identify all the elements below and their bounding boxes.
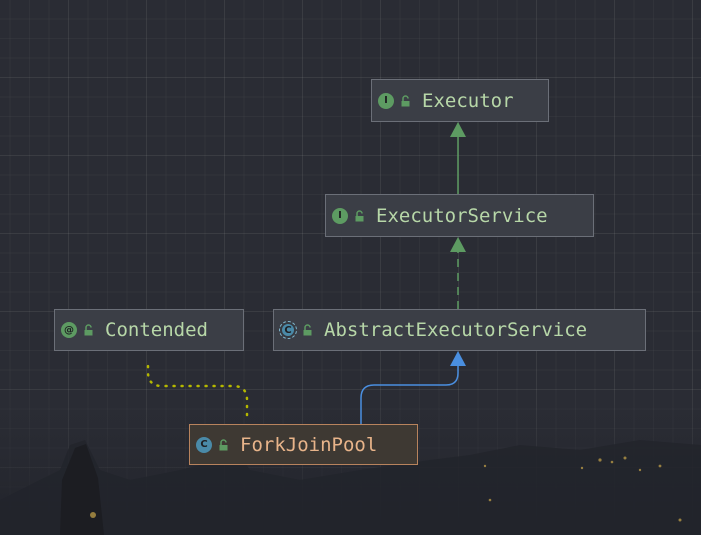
public-icon [355, 209, 364, 221]
node-fork-join-pool[interactable]: C ForkJoinPool [189, 424, 418, 465]
public-icon [303, 324, 312, 336]
node-label: AbstractExecutorService [324, 319, 588, 341]
edge-abstract-executor-service-to-executor-service [450, 237, 466, 309]
abstract-class-icon: C [279, 321, 297, 339]
diagram-canvas[interactable]: I Executor I ExecutorService @ Contended… [0, 0, 701, 535]
public-icon [84, 324, 93, 336]
edge-fork-join-pool-to-contended [146, 358, 249, 417]
node-label: ExecutorService [376, 204, 548, 227]
annotation-icon: @ [61, 322, 77, 338]
node-executor[interactable]: I Executor [371, 79, 549, 122]
arrowhead-icon [450, 237, 466, 252]
edge-executor-service-to-executor [450, 122, 466, 194]
arrowhead-icon [450, 351, 466, 366]
node-label: ForkJoinPool [240, 433, 378, 456]
node-label: Contended [105, 319, 208, 341]
class-icon: C [196, 436, 212, 453]
node-contended[interactable]: @ Contended [54, 309, 244, 351]
node-label: Executor [422, 89, 514, 112]
arrowhead-icon [450, 122, 466, 137]
node-executor-service[interactable]: I ExecutorService [325, 194, 594, 237]
node-abstract-executor-service[interactable]: C AbstractExecutorService [273, 309, 646, 351]
interface-icon: I [332, 207, 348, 224]
interface-icon: I [378, 92, 394, 109]
public-icon [401, 94, 410, 106]
edge-fork-join-pool-to-abstract-executor-service [360, 351, 466, 424]
public-icon [219, 438, 228, 450]
